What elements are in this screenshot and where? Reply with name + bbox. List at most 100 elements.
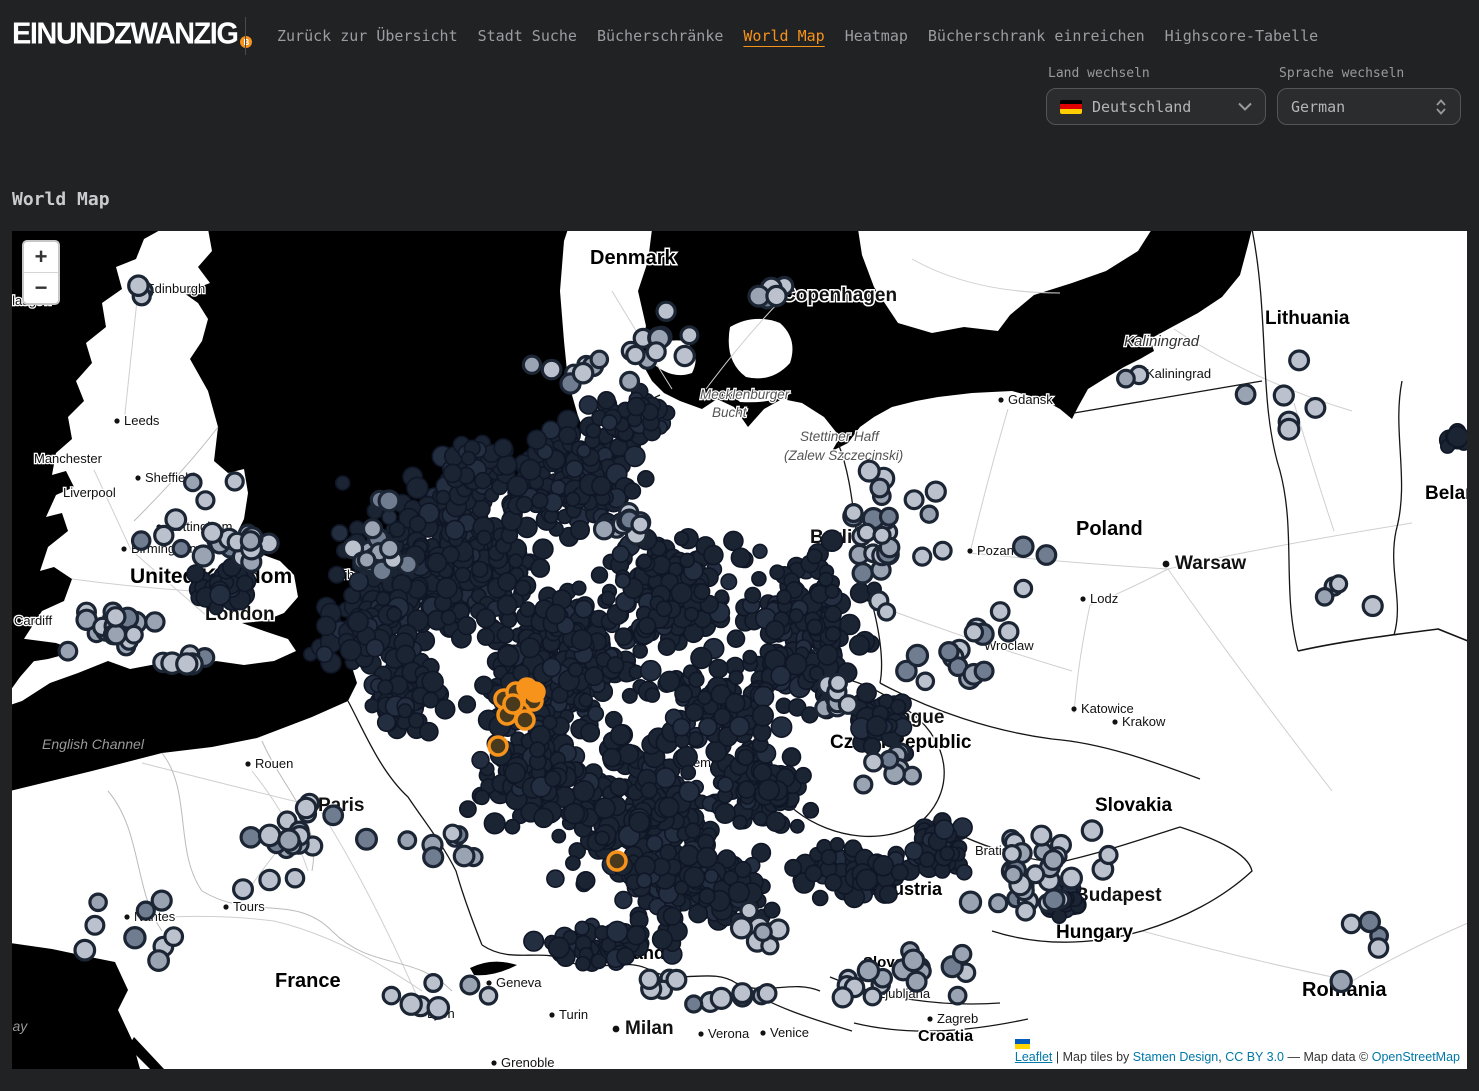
map-marker[interactable] [260, 870, 279, 889]
map-marker[interactable] [396, 645, 415, 664]
map-marker[interactable] [935, 820, 954, 839]
map-marker[interactable] [624, 483, 640, 499]
map-marker[interactable] [530, 742, 545, 757]
map-marker[interactable] [826, 627, 841, 642]
map-marker[interactable] [611, 725, 631, 745]
map-marker[interactable] [575, 600, 592, 617]
map-marker[interactable] [462, 451, 476, 465]
map-marker[interactable] [1082, 821, 1101, 840]
map-marker[interactable] [566, 856, 580, 870]
map-marker[interactable] [656, 601, 671, 616]
map-marker[interactable] [364, 520, 382, 538]
map-marker[interactable] [1306, 399, 1325, 418]
map-marker[interactable] [671, 583, 691, 603]
map-marker[interactable] [721, 574, 736, 589]
map-marker[interactable] [146, 613, 164, 631]
map-marker[interactable] [731, 548, 750, 567]
map-marker[interactable] [459, 696, 476, 713]
attribution-link[interactable]: Stamen Design [1133, 1050, 1218, 1064]
map-marker[interactable] [755, 924, 771, 940]
map-marker[interactable] [934, 542, 951, 559]
map-marker[interactable] [566, 492, 580, 506]
map-marker[interactable] [1331, 971, 1351, 991]
map-marker[interactable] [498, 646, 519, 667]
map-marker[interactable] [745, 588, 760, 603]
map-marker[interactable] [764, 902, 779, 917]
map-marker[interactable] [641, 661, 661, 681]
map-marker[interactable] [454, 846, 474, 866]
map-marker[interactable] [441, 610, 455, 624]
map-marker[interactable] [637, 554, 651, 568]
nav-link-stadt-suche[interactable]: Stadt Suche [478, 27, 577, 45]
map-marker[interactable] [336, 476, 350, 490]
map-marker[interactable] [444, 464, 462, 482]
map-marker[interactable] [1062, 868, 1082, 888]
map-marker[interactable] [681, 766, 695, 780]
map-marker[interactable] [90, 894, 106, 910]
map-marker[interactable] [317, 616, 336, 635]
map-marker[interactable] [446, 521, 465, 540]
map-marker[interactable] [407, 477, 428, 498]
map-marker[interactable] [758, 985, 776, 1003]
map-marker[interactable] [383, 987, 399, 1003]
map-marker[interactable] [534, 808, 553, 827]
map-marker[interactable] [858, 524, 875, 541]
map-marker[interactable] [990, 895, 1007, 912]
map-marker[interactable] [859, 461, 879, 481]
map-marker[interactable] [640, 970, 658, 988]
map-marker[interactable] [949, 987, 966, 1004]
map-marker[interactable] [676, 747, 697, 768]
map-marker[interactable] [133, 532, 150, 549]
map-marker[interactable] [729, 671, 743, 685]
map-marker[interactable] [619, 744, 638, 763]
map-marker[interactable] [588, 706, 603, 721]
map-marker[interactable] [733, 984, 752, 1003]
map-marker[interactable] [477, 609, 496, 628]
map-marker[interactable] [790, 609, 803, 622]
map-marker[interactable] [472, 752, 489, 769]
map-marker[interactable] [197, 492, 214, 509]
map-marker[interactable] [401, 994, 421, 1014]
map-marker[interactable] [904, 767, 921, 784]
map-marker[interactable] [857, 683, 876, 702]
map-marker[interactable] [552, 830, 565, 843]
map-marker[interactable] [741, 902, 757, 918]
map-marker[interactable] [752, 572, 766, 586]
map-marker[interactable] [125, 928, 145, 948]
map-marker[interactable] [398, 704, 412, 718]
map-marker[interactable] [675, 346, 694, 365]
map-marker[interactable] [317, 646, 333, 662]
map-marker[interactable] [1279, 419, 1299, 439]
map-marker[interactable] [785, 860, 801, 876]
map-marker[interactable] [592, 567, 608, 583]
map-marker[interactable] [917, 673, 933, 689]
map-marker[interactable] [564, 803, 584, 823]
map-marker[interactable] [857, 869, 878, 890]
nav-link-world-map[interactable]: World Map [743, 27, 824, 45]
map-marker[interactable] [573, 364, 592, 383]
map-marker[interactable] [494, 439, 512, 457]
map-marker[interactable] [704, 546, 723, 565]
map-marker[interactable] [839, 696, 857, 714]
map-marker[interactable] [185, 474, 201, 490]
map-marker[interactable] [679, 782, 699, 802]
language-select[interactable]: German [1277, 88, 1461, 125]
map-marker[interactable] [455, 567, 470, 582]
map-marker[interactable] [475, 790, 489, 804]
map-marker[interactable] [680, 553, 694, 567]
map-marker[interactable] [1447, 426, 1467, 447]
map-marker[interactable] [864, 988, 881, 1005]
map-marker[interactable] [645, 688, 659, 702]
map-marker[interactable] [572, 630, 592, 650]
map-marker[interactable] [75, 940, 95, 960]
map-marker[interactable] [357, 829, 377, 849]
map-marker[interactable] [738, 781, 755, 798]
map-marker[interactable] [545, 771, 560, 786]
map-marker[interactable] [602, 415, 617, 430]
map-marker[interactable] [533, 539, 553, 559]
map-marker[interactable] [940, 643, 958, 661]
map-marker[interactable] [378, 680, 393, 695]
map-marker[interactable] [573, 781, 594, 802]
map-marker[interactable] [460, 801, 476, 817]
map-marker[interactable] [585, 667, 603, 685]
